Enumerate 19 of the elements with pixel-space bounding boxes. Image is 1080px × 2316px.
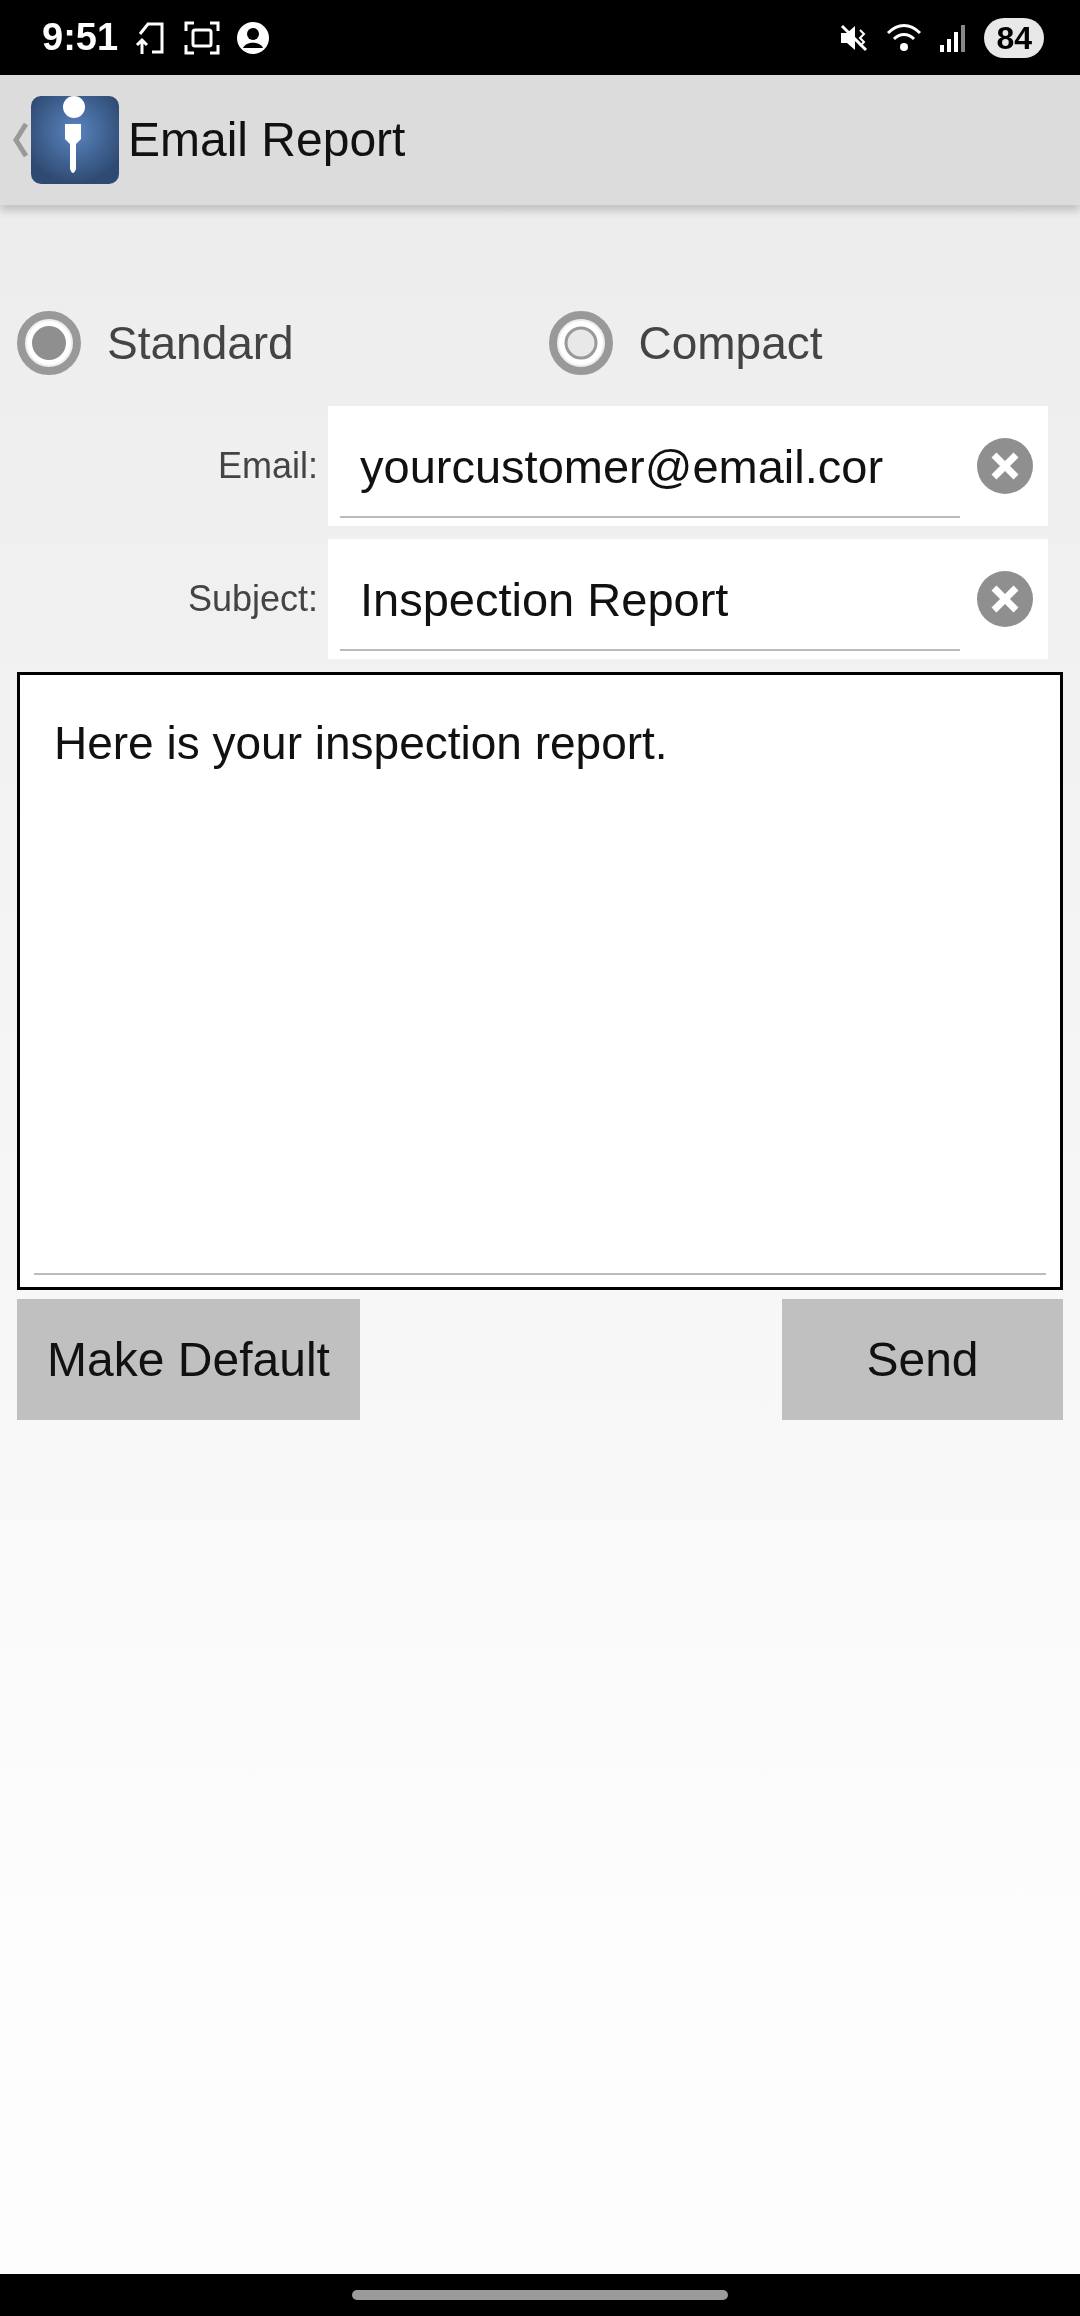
screen-title: Email Report — [128, 112, 406, 168]
input-field[interactable]: Inspection Report — [328, 539, 1048, 659]
account-icon — [236, 20, 271, 55]
battery-level: 84 — [984, 17, 1044, 58]
screenshot-icon — [184, 20, 221, 55]
back-icon[interactable] — [10, 120, 30, 160]
message-box[interactable]: Here is your inspection report. — [17, 672, 1063, 1290]
radio-option[interactable]: Compact — [548, 308, 1080, 378]
wifi-icon — [886, 22, 923, 53]
action-button[interactable]: Send — [782, 1299, 1063, 1420]
status-time: 9:51 — [42, 15, 119, 60]
field-label: Email: — [216, 444, 319, 488]
radio-option[interactable]: Standard — [17, 308, 549, 378]
action-button[interactable]: Make Default — [17, 1299, 360, 1420]
app-logo-icon — [30, 95, 120, 185]
clear-button[interactable] — [976, 437, 1034, 495]
field-label: Subject: — [186, 577, 319, 621]
clear-button[interactable] — [976, 570, 1034, 628]
input-field[interactable]: yourcustomer@email.cor — [328, 406, 1048, 526]
